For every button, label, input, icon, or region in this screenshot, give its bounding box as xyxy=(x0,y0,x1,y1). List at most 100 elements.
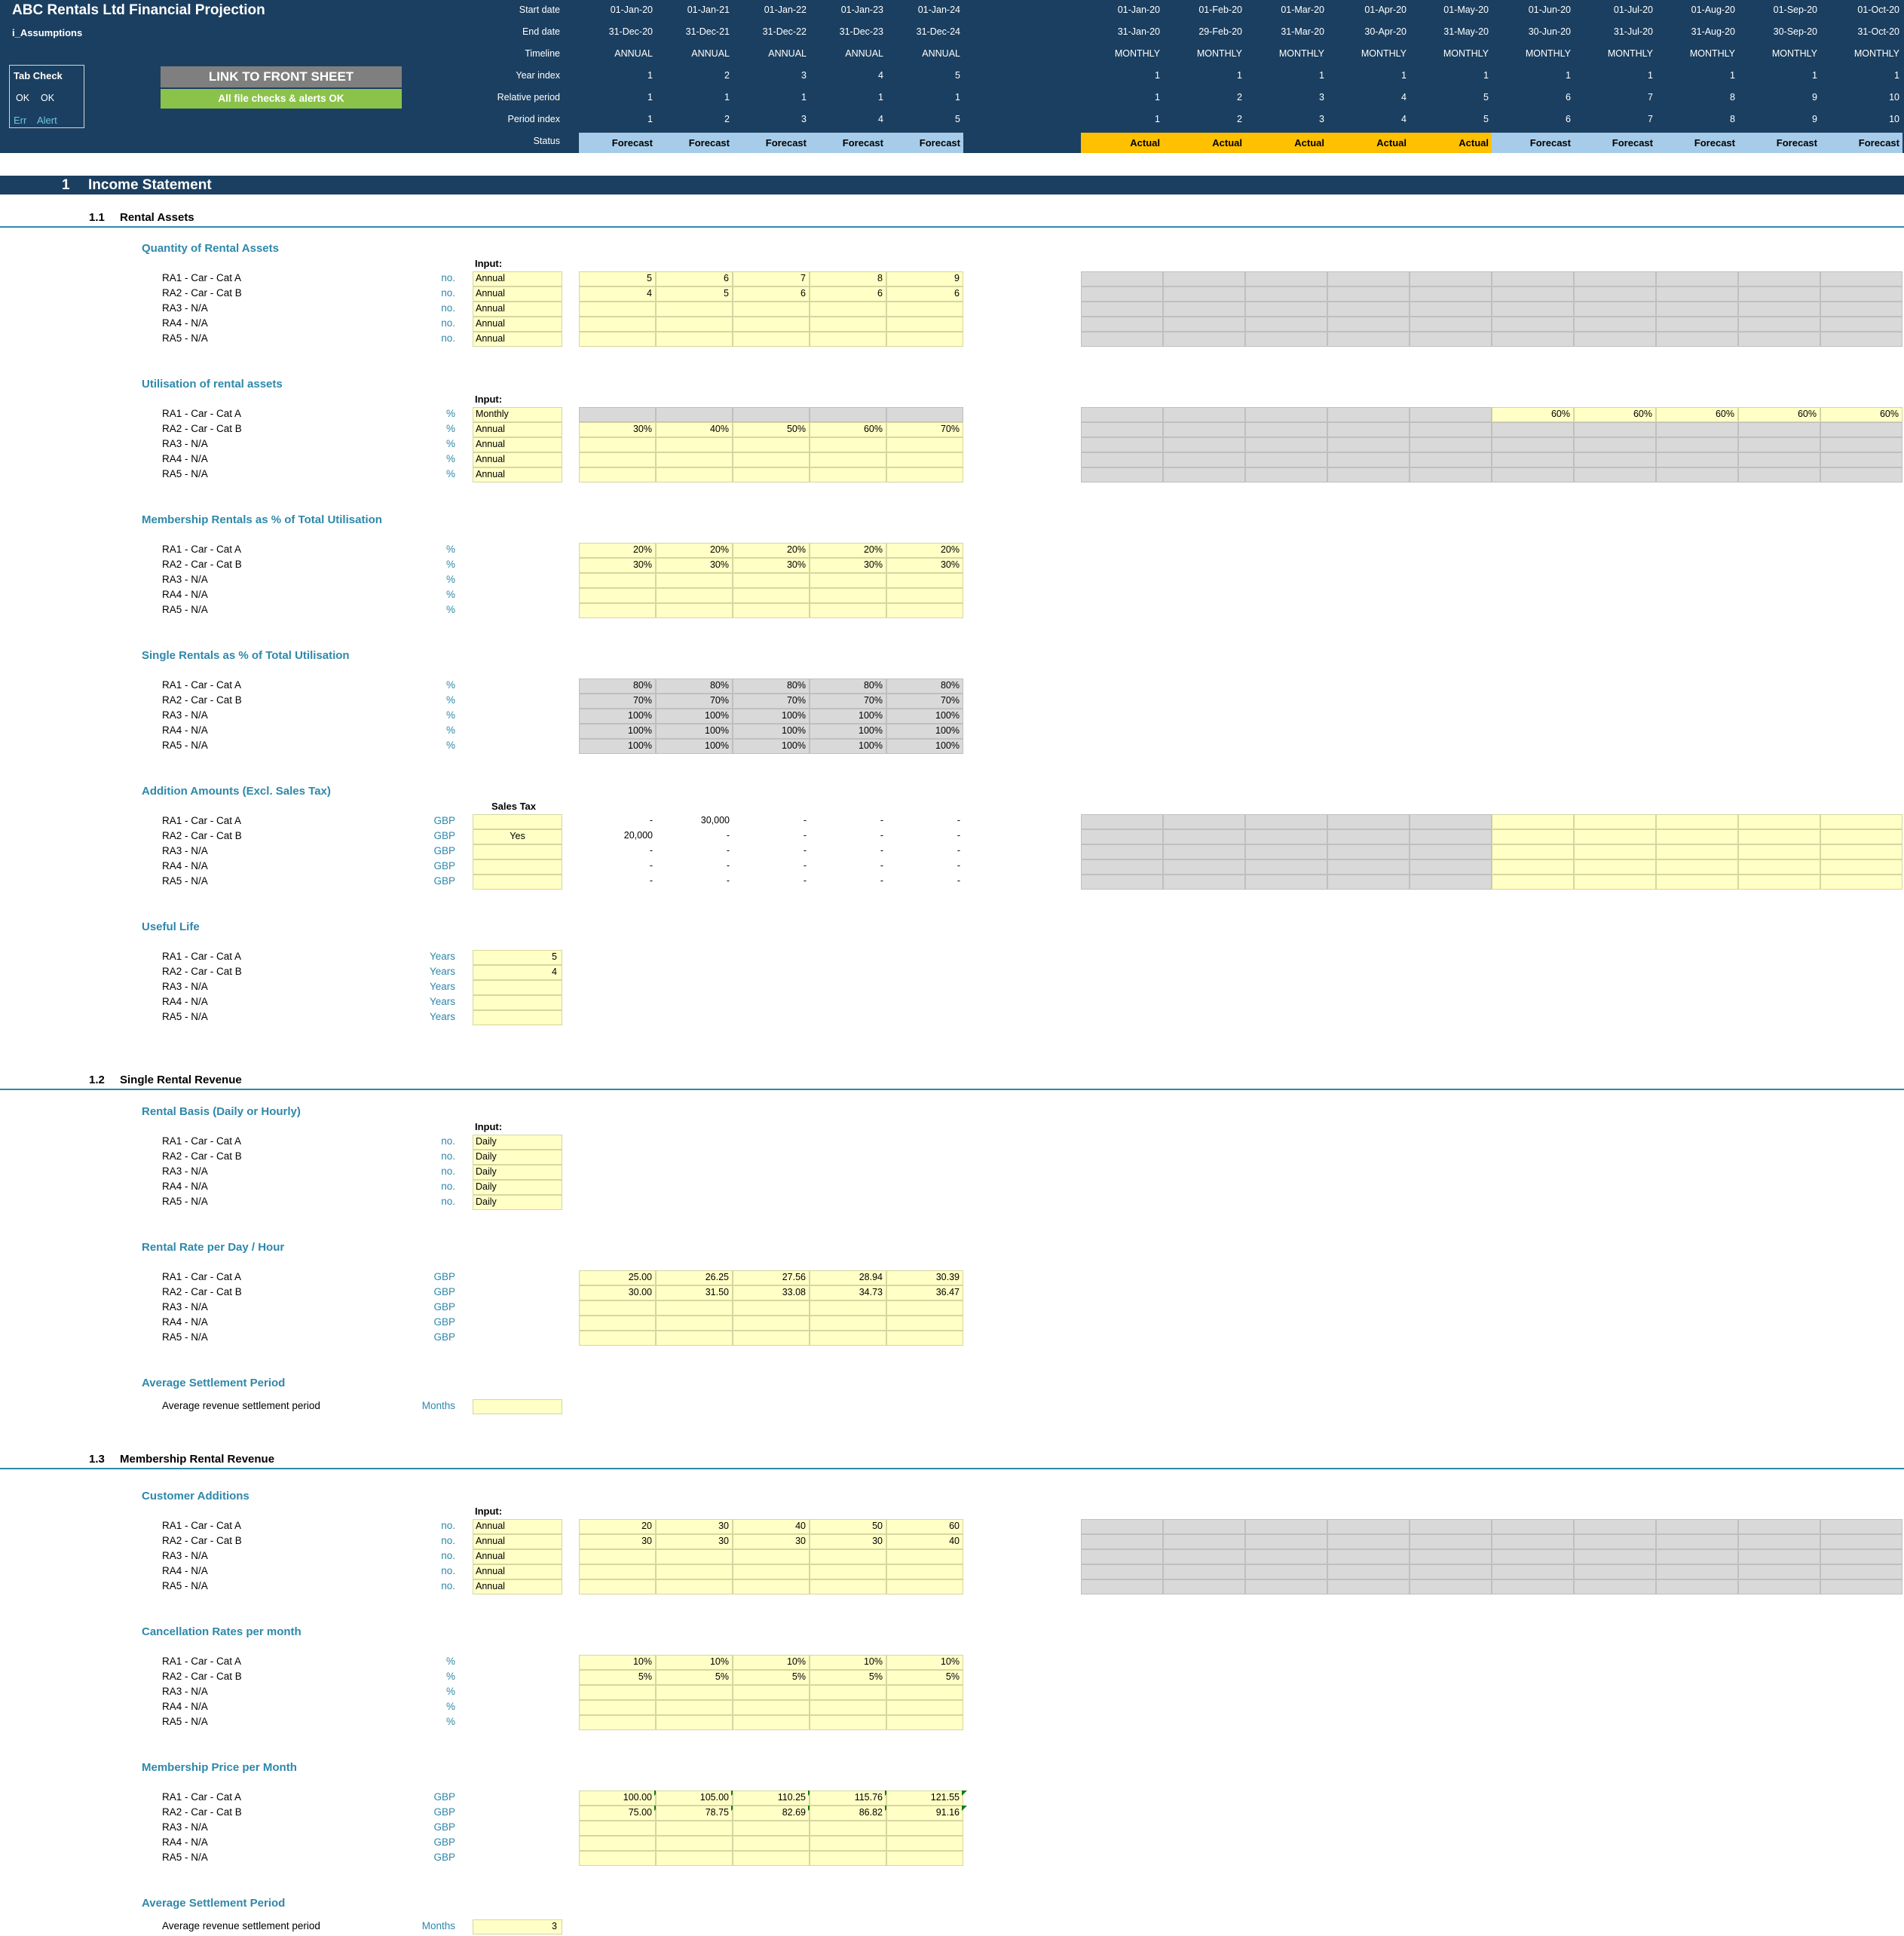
annual-value-cell[interactable] xyxy=(733,1564,810,1579)
annual-value-cell[interactable]: 5% xyxy=(810,1670,886,1685)
annual-value-cell[interactable] xyxy=(579,1685,656,1700)
monthly-value-cell[interactable] xyxy=(1656,859,1738,875)
annual-value-cell[interactable] xyxy=(579,1549,656,1564)
annual-value-cell[interactable]: 5% xyxy=(656,1670,733,1685)
monthly-value-cell[interactable]: 60% xyxy=(1492,407,1574,422)
monthly-value-cell[interactable]: 60% xyxy=(1738,407,1820,422)
input-cell[interactable] xyxy=(473,980,562,995)
annual-value-cell[interactable]: 115.76 xyxy=(810,1790,886,1806)
annual-value-cell[interactable] xyxy=(733,603,810,618)
annual-value-cell[interactable]: 6 xyxy=(733,286,810,302)
annual-value-cell[interactable]: 30% xyxy=(579,558,656,573)
annual-value-cell[interactable] xyxy=(579,1331,656,1346)
annual-value-cell[interactable]: 10% xyxy=(810,1655,886,1670)
annual-value-cell[interactable]: 5% xyxy=(579,1670,656,1685)
annual-value-cell[interactable] xyxy=(579,317,656,332)
monthly-value-cell[interactable] xyxy=(1574,844,1656,859)
annual-value-cell[interactable] xyxy=(810,452,886,467)
monthly-value-cell[interactable] xyxy=(1820,814,1902,829)
annual-value-cell[interactable]: 5% xyxy=(733,1670,810,1685)
annual-value-cell[interactable]: 10% xyxy=(886,1655,963,1670)
annual-value-cell[interactable]: 30% xyxy=(810,558,886,573)
annual-value-cell[interactable]: 8 xyxy=(810,271,886,286)
annual-value-cell[interactable] xyxy=(656,1564,733,1579)
annual-value-cell[interactable]: 4 xyxy=(579,286,656,302)
annual-value-cell[interactable] xyxy=(656,1836,733,1851)
monthly-value-cell[interactable]: 60% xyxy=(1820,407,1902,422)
annual-value-cell[interactable]: 10% xyxy=(656,1655,733,1670)
annual-value-cell[interactable]: 6 xyxy=(656,271,733,286)
input-cell[interactable]: Annual xyxy=(473,1564,562,1579)
annual-value-cell[interactable] xyxy=(656,1700,733,1715)
annual-value-cell[interactable] xyxy=(810,1331,886,1346)
input-cell[interactable]: 5 xyxy=(473,950,562,965)
annual-value-cell[interactable] xyxy=(810,1549,886,1564)
annual-value-cell[interactable] xyxy=(733,437,810,452)
annual-value-cell[interactable] xyxy=(733,1579,810,1594)
annual-value-cell[interactable] xyxy=(656,1300,733,1316)
annual-value-cell[interactable]: 60 xyxy=(886,1519,963,1534)
annual-value-cell[interactable] xyxy=(579,467,656,482)
annual-value-cell[interactable] xyxy=(810,437,886,452)
monthly-value-cell[interactable] xyxy=(1492,875,1574,890)
annual-value-cell[interactable] xyxy=(886,452,963,467)
monthly-value-cell[interactable] xyxy=(1820,875,1902,890)
annual-value-cell[interactable] xyxy=(733,1821,810,1836)
annual-value-cell[interactable]: 5 xyxy=(579,271,656,286)
annual-value-cell[interactable]: 100.00 xyxy=(579,1790,656,1806)
annual-value-cell[interactable] xyxy=(656,573,733,588)
annual-value-cell[interactable] xyxy=(886,1851,963,1866)
annual-value-cell[interactable] xyxy=(886,317,963,332)
annual-value-cell[interactable] xyxy=(733,1549,810,1564)
annual-value-cell[interactable] xyxy=(579,603,656,618)
annual-value-cell[interactable]: 30.00 xyxy=(579,1285,656,1300)
monthly-value-cell[interactable] xyxy=(1738,814,1820,829)
annual-value-cell[interactable] xyxy=(656,317,733,332)
annual-value-cell[interactable]: 50% xyxy=(733,422,810,437)
annual-value-cell[interactable] xyxy=(886,407,963,422)
annual-value-cell[interactable] xyxy=(733,1715,810,1730)
input-cell[interactable]: Annual xyxy=(473,1534,562,1549)
annual-value-cell[interactable] xyxy=(579,332,656,347)
annual-value-cell[interactable] xyxy=(579,1300,656,1316)
annual-value-cell[interactable] xyxy=(656,603,733,618)
annual-value-cell[interactable]: 20% xyxy=(733,543,810,558)
monthly-value-cell[interactable]: 60% xyxy=(1574,407,1656,422)
annual-value-cell[interactable]: 110.25 xyxy=(733,1790,810,1806)
annual-value-cell[interactable] xyxy=(656,302,733,317)
input-cell[interactable] xyxy=(473,995,562,1010)
annual-value-cell[interactable] xyxy=(656,467,733,482)
annual-value-cell[interactable] xyxy=(810,1700,886,1715)
annual-value-cell[interactable] xyxy=(656,407,733,422)
input-cell[interactable]: Annual xyxy=(473,1549,562,1564)
input-cell[interactable]: Annual xyxy=(473,422,562,437)
annual-value-cell[interactable] xyxy=(886,302,963,317)
annual-value-cell[interactable] xyxy=(810,603,886,618)
annual-value-cell[interactable]: 20% xyxy=(656,543,733,558)
annual-value-cell[interactable]: 7 xyxy=(733,271,810,286)
annual-value-cell[interactable] xyxy=(733,302,810,317)
input-cell[interactable]: Annual xyxy=(473,286,562,302)
annual-value-cell[interactable] xyxy=(810,1300,886,1316)
input-cell[interactable]: Daily xyxy=(473,1150,562,1165)
monthly-value-cell[interactable] xyxy=(1574,829,1656,844)
annual-value-cell[interactable] xyxy=(810,302,886,317)
annual-value-cell[interactable] xyxy=(733,1316,810,1331)
annual-value-cell[interactable] xyxy=(810,573,886,588)
annual-value-cell[interactable]: 30 xyxy=(579,1534,656,1549)
annual-value-cell[interactable]: 9 xyxy=(886,271,963,286)
annual-value-cell[interactable]: 5% xyxy=(886,1670,963,1685)
input-cell[interactable]: 4 xyxy=(473,965,562,980)
annual-value-cell[interactable]: 10% xyxy=(579,1655,656,1670)
annual-value-cell[interactable]: 30% xyxy=(579,422,656,437)
input-cell[interactable]: Annual xyxy=(473,302,562,317)
annual-value-cell[interactable] xyxy=(656,1715,733,1730)
annual-value-cell[interactable] xyxy=(579,1836,656,1851)
annual-value-cell[interactable] xyxy=(886,1316,963,1331)
annual-value-cell[interactable] xyxy=(886,1331,963,1346)
monthly-value-cell[interactable] xyxy=(1656,844,1738,859)
annual-value-cell[interactable] xyxy=(733,1700,810,1715)
annual-value-cell[interactable]: 40 xyxy=(733,1519,810,1534)
input-cell[interactable]: Daily xyxy=(473,1135,562,1150)
monthly-value-cell[interactable] xyxy=(1738,859,1820,875)
